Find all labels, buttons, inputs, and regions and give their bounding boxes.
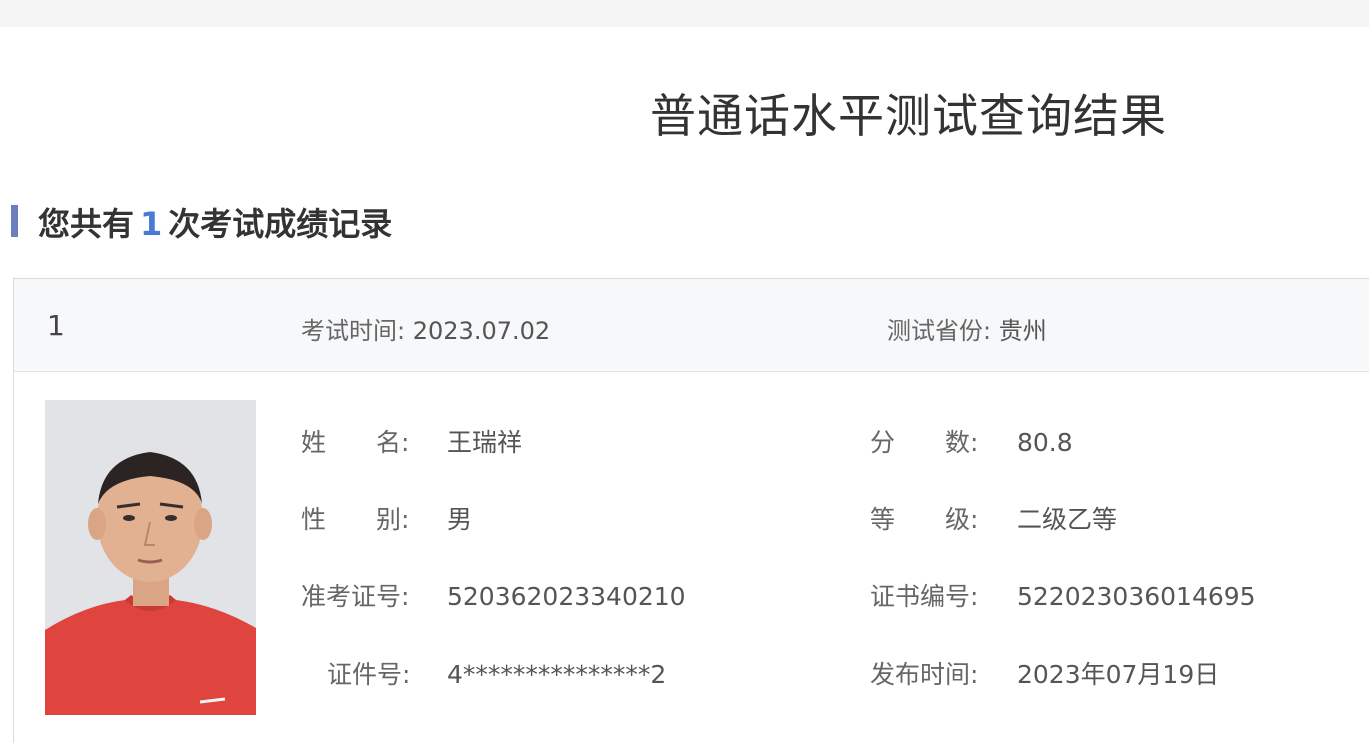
province-label: 测试省份: — [887, 317, 992, 345]
test-province: 测试省份: 贵州 — [887, 311, 1047, 346]
field-id-number-label: 证件号: — [327, 660, 411, 689]
top-strip — [0, 0, 1369, 27]
field-release-date-value: 2023年07月19日 — [1017, 660, 1220, 689]
field-release-date-label: 发布时间: — [870, 660, 979, 689]
field-admission-number-label: 准考证号: — [301, 582, 410, 611]
record-count-heading: 您共有 1 次考试成绩记录 — [38, 199, 392, 245]
record-header: 1 考试时间: 2023.07.02 测试省份: 贵州 — [14, 279, 1369, 372]
field-gender: 性 别: 男 — [301, 500, 472, 536]
field-level-label: 等 级: — [870, 505, 979, 534]
field-id-number-value: 4***************2 — [447, 660, 667, 689]
field-name-label: 姓 名: — [301, 428, 410, 457]
section-accent-bar — [11, 205, 18, 237]
field-score-value: 80.8 — [1017, 428, 1073, 457]
page-title: 普通话水平测试查询结果 — [650, 89, 1167, 143]
record-index: 1 — [47, 309, 65, 342]
field-release-date: 发布时间: 2023年07月19日 — [870, 655, 1219, 691]
candidate-photo — [45, 400, 256, 715]
field-certificate-number-value: 522023036014695 — [1017, 582, 1256, 611]
heading-suffix: 次考试成绩记录 — [168, 205, 393, 243]
exam-time: 考试时间: 2023.07.02 — [301, 311, 550, 346]
province-value: 贵州 — [998, 317, 1047, 345]
field-gender-label: 性 别: — [301, 505, 410, 534]
field-id-number: 证件号: 4***************2 — [327, 655, 666, 691]
field-score-label: 分 数: — [870, 428, 979, 457]
field-certificate-number: 证书编号: 522023036014695 — [870, 577, 1256, 613]
field-name: 姓 名: 王瑞祥 — [301, 423, 522, 459]
field-level: 等 级: 二级乙等 — [870, 500, 1117, 536]
exam-time-value: 2023.07.02 — [412, 317, 551, 345]
field-admission-number-value: 520362023340210 — [447, 582, 686, 611]
field-name-value: 王瑞祥 — [447, 428, 523, 457]
field-certificate-number-label: 证书编号: — [870, 582, 979, 611]
field-level-value: 二级乙等 — [1017, 505, 1118, 534]
heading-prefix: 您共有 — [38, 205, 135, 243]
exam-time-label: 考试时间: — [301, 317, 406, 345]
candidate-photo-image — [45, 400, 256, 715]
field-gender-value: 男 — [447, 505, 473, 534]
record-count: 1 — [140, 205, 163, 243]
field-score: 分 数: 80.8 — [870, 423, 1073, 459]
record-card: 1 考试时间: 2023.07.02 测试省份: 贵州 姓 名: 王瑞祥 性 别… — [13, 278, 1369, 743]
field-admission-number: 准考证号: 520362023340210 — [301, 577, 686, 613]
